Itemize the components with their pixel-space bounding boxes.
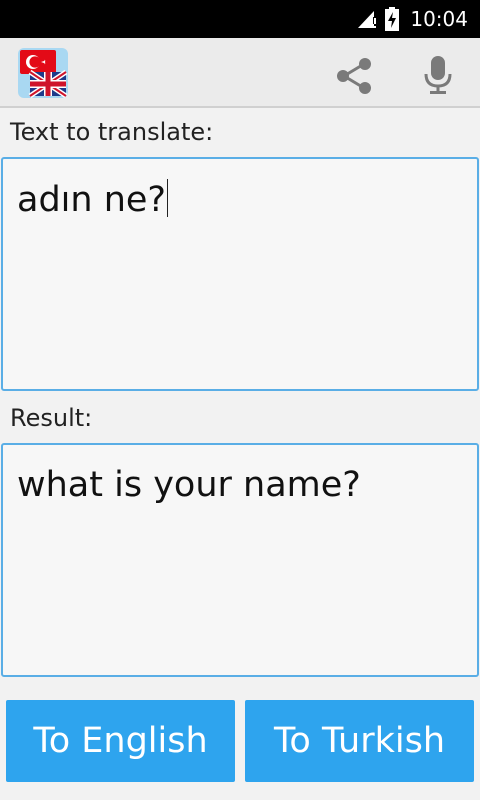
share-icon[interactable] — [332, 56, 376, 96]
result-text-value: what is your name? — [17, 465, 361, 505]
mic-icon[interactable] — [418, 54, 458, 96]
result-text-box[interactable]: what is your name? — [1, 443, 479, 677]
source-text-input[interactable]: adın ne? — [1, 157, 479, 391]
to-turkish-button[interactable]: To Turkish — [245, 700, 474, 782]
source-label: Text to translate: — [10, 118, 214, 146]
status-bar: 10:04 — [0, 0, 480, 38]
status-icons: 10:04 — [356, 0, 468, 38]
to-english-button[interactable]: To English — [6, 700, 235, 782]
clock: 10:04 — [410, 7, 468, 31]
text-cursor — [167, 179, 168, 217]
turkey-uk-flag-icon[interactable] — [18, 48, 68, 98]
source-text-value: adın ne? — [17, 180, 166, 220]
result-label: Result: — [10, 404, 93, 432]
app-bar — [0, 38, 480, 108]
signal-icon — [358, 11, 377, 28]
battery-charging-icon — [385, 7, 400, 31]
